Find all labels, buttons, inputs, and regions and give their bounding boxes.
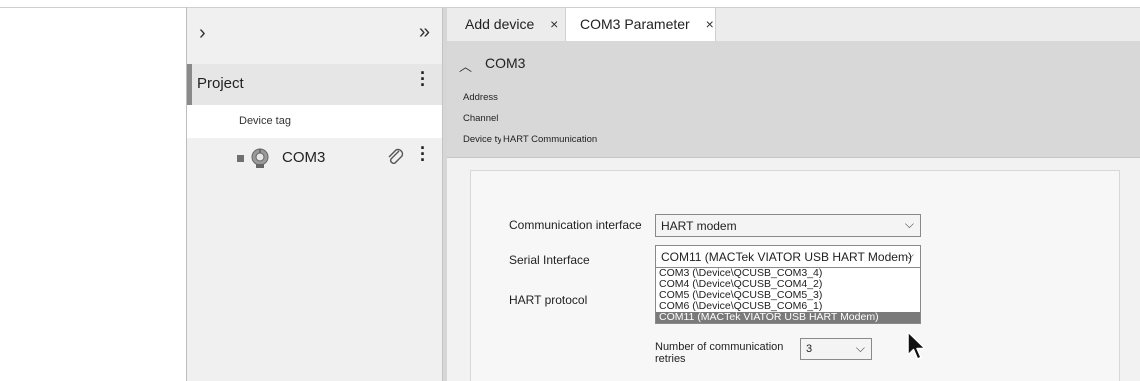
tab-label: COM3 Parameter bbox=[580, 16, 690, 32]
tab-bar: Add device × COM3 Parameter × bbox=[447, 8, 1140, 41]
tab-label: Add device bbox=[465, 16, 535, 32]
retries-select[interactable]: 3 ⌵ bbox=[800, 338, 872, 360]
serial-interface-select[interactable]: COM11 (MACTek VIATOR USB HART Modem) ⌵ bbox=[655, 245, 921, 268]
hart-protocol-label: HART protocol bbox=[509, 293, 588, 307]
close-tab-icon[interactable]: × bbox=[706, 16, 714, 32]
communication-interface-label: Communication interface bbox=[509, 218, 642, 232]
address-label: Address bbox=[463, 92, 498, 103]
device-tag-label: Device tag bbox=[239, 115, 291, 127]
chevron-down-icon: ⌵ bbox=[904, 217, 914, 231]
sidebar-toolbar: › » bbox=[187, 8, 442, 58]
communication-interface-select[interactable]: HART modem ⌵ bbox=[655, 214, 921, 237]
retries-value: 3 bbox=[806, 343, 813, 355]
parameter-area: Communication interface HART modem ⌵ Ser… bbox=[447, 158, 1140, 381]
serial-interface-dropdown: COM3 (\Device\QCUSB_COM3_4) COM4 (\Devic… bbox=[655, 267, 921, 324]
device-tag-header: Device tag bbox=[187, 105, 442, 138]
retries-label: Number of communication retries bbox=[655, 341, 784, 365]
project-label: Project bbox=[197, 75, 244, 92]
communication-interface-value: HART modem bbox=[661, 219, 737, 233]
tab-com3-parameter[interactable]: COM3 Parameter × bbox=[565, 8, 716, 41]
device-type-label: Device type bbox=[463, 134, 501, 145]
selection-accent bbox=[187, 64, 192, 105]
device-info-panel: ︿ COM3 Address Channel Device type HART … bbox=[447, 41, 1140, 158]
serial-interface-label: Serial Interface bbox=[509, 253, 590, 267]
close-tab-icon[interactable]: × bbox=[550, 16, 558, 32]
status-square-icon bbox=[237, 155, 244, 162]
attachment-icon[interactable] bbox=[385, 147, 407, 169]
project-row[interactable]: Project · · · bbox=[187, 64, 442, 105]
expand-chevron-icon[interactable]: › bbox=[199, 22, 206, 45]
parameter-card: Communication interface HART modem ⌵ Ser… bbox=[470, 170, 1120, 381]
project-sidebar: › » Project · · · Device tag COM3 · · · bbox=[187, 8, 442, 381]
chevron-down-icon: ⌵ bbox=[904, 248, 914, 262]
device-type-value: HART Communication bbox=[503, 134, 598, 145]
tab-add-device[interactable]: Add device × bbox=[465, 8, 558, 41]
device-row-com3[interactable]: COM3 · · · bbox=[187, 138, 442, 180]
serial-interface-value: COM11 (MACTek VIATOR USB HART Modem) bbox=[661, 250, 912, 264]
device-title: COM3 bbox=[485, 55, 526, 71]
device-label: COM3 bbox=[282, 149, 326, 166]
hart-modem-icon bbox=[251, 148, 269, 168]
dropdown-option-selected[interactable]: COM11 (MACTek VIATOR USB HART Modem) bbox=[656, 312, 920, 323]
chevron-down-icon: ⌵ bbox=[855, 341, 865, 355]
channel-label: Channel bbox=[463, 113, 499, 124]
collapse-sidebar-icon[interactable]: » bbox=[419, 21, 430, 44]
collapse-chevron-icon[interactable]: ︿ bbox=[459, 56, 472, 75]
project-menu-icon[interactable]: · · · bbox=[420, 64, 426, 94]
mouse-pointer-icon bbox=[907, 331, 926, 360]
device-menu-icon[interactable]: · · · bbox=[420, 139, 426, 169]
